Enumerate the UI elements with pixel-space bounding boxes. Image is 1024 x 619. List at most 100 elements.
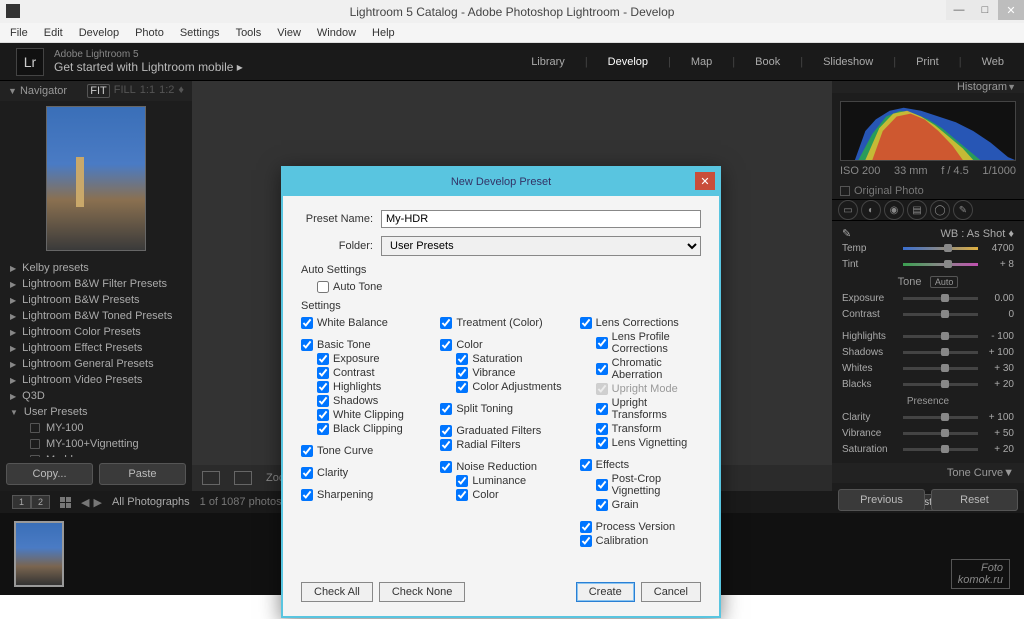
histogram-header[interactable]: Histogram ▼ — [832, 81, 1024, 93]
temp-slider[interactable] — [903, 247, 978, 250]
preset-item[interactable]: MY-100 — [0, 420, 192, 436]
cb-contrast[interactable] — [317, 367, 329, 379]
cb-process-version[interactable] — [580, 521, 592, 533]
menu-tools[interactable]: Tools — [230, 25, 268, 41]
cb-exposure[interactable] — [317, 353, 329, 365]
preset-folder[interactable]: ▶Lightroom B&W Presets — [0, 292, 192, 308]
cb-noise-color[interactable] — [456, 489, 468, 501]
loupe-view-icon[interactable] — [202, 471, 220, 485]
preset-name-input[interactable] — [381, 210, 701, 228]
brush-tool-icon[interactable]: ✎ — [953, 200, 973, 220]
filmstrip-thumbnail[interactable] — [14, 521, 64, 587]
cb-highlights[interactable] — [317, 381, 329, 393]
check-all-button[interactable]: Check All — [301, 582, 373, 602]
preset-folder[interactable]: ▶Lightroom General Presets — [0, 356, 192, 372]
cb-clarity[interactable] — [301, 467, 313, 479]
spot-tool-icon[interactable]: ◐ — [861, 200, 881, 220]
module-map[interactable]: Map — [687, 56, 716, 68]
cb-postcrop-vignetting[interactable] — [596, 479, 608, 491]
module-web[interactable]: Web — [978, 56, 1008, 68]
menu-window[interactable]: Window — [311, 25, 362, 41]
next-photo-icon[interactable]: ▶ — [94, 496, 102, 509]
auto-tone-button[interactable]: Auto — [930, 276, 959, 288]
cb-lens-corrections[interactable] — [580, 317, 592, 329]
dialog-close-button[interactable]: ✕ — [695, 172, 715, 190]
cb-sharpening[interactable] — [301, 489, 313, 501]
shadows-slider[interactable] — [903, 351, 978, 354]
cb-black-clipping[interactable] — [317, 423, 329, 435]
reset-button[interactable]: Reset — [931, 489, 1018, 511]
module-develop[interactable]: Develop — [604, 56, 652, 68]
cb-saturation[interactable] — [456, 353, 468, 365]
menu-view[interactable]: View — [271, 25, 307, 41]
redeye-tool-icon[interactable]: ◉ — [884, 200, 904, 220]
preset-folder[interactable]: ▶Q3D — [0, 388, 192, 404]
gradient-tool-icon[interactable]: ▤ — [907, 200, 927, 220]
clarity-slider[interactable] — [903, 416, 978, 419]
cb-graduated-filters[interactable] — [440, 425, 452, 437]
cb-vibrance[interactable] — [456, 367, 468, 379]
check-none-button[interactable]: Check None — [379, 582, 466, 602]
cb-luminance[interactable] — [456, 475, 468, 487]
radial-tool-icon[interactable]: ◯ — [930, 200, 950, 220]
lightroom-mobile-link[interactable]: Get started with Lightroom mobile ▸ — [54, 60, 243, 74]
copy-button[interactable]: Copy... — [6, 463, 93, 485]
minimize-button[interactable]: — — [946, 0, 972, 20]
close-window-button[interactable]: ✕ — [998, 0, 1024, 20]
cb-grain[interactable] — [596, 499, 608, 511]
menu-develop[interactable]: Develop — [73, 25, 125, 41]
cb-noise-reduction[interactable] — [440, 461, 452, 473]
preset-folder-user[interactable]: ▼User Presets — [0, 404, 192, 420]
monitor-2[interactable]: 2 — [31, 495, 50, 509]
cb-shadows[interactable] — [317, 395, 329, 407]
module-slideshow[interactable]: Slideshow — [819, 56, 877, 68]
vibrance-slider[interactable] — [903, 432, 978, 435]
module-print[interactable]: Print — [912, 56, 943, 68]
folder-select[interactable]: User Presets — [381, 236, 701, 256]
cb-chromatic[interactable] — [596, 363, 608, 375]
compare-view-icon[interactable] — [234, 471, 252, 485]
cb-effects[interactable] — [580, 459, 592, 471]
tonecurve-panel-header[interactable]: Tone Curve ▼ — [832, 463, 1024, 483]
cb-tone-curve[interactable] — [301, 445, 313, 457]
preset-folder[interactable]: ▶Lightroom Effect Presets — [0, 340, 192, 356]
nav-mode-fill[interactable]: FILL — [114, 84, 136, 98]
exposure-slider[interactable] — [903, 297, 978, 300]
menu-edit[interactable]: Edit — [38, 25, 69, 41]
cb-white-balance[interactable] — [301, 317, 313, 329]
module-book[interactable]: Book — [751, 56, 784, 68]
tint-slider[interactable] — [903, 263, 978, 266]
previous-button[interactable]: Previous — [838, 489, 925, 511]
menu-settings[interactable]: Settings — [174, 25, 226, 41]
preset-item[interactable]: MY-100+Vignetting — [0, 436, 192, 452]
cb-upright-transforms[interactable] — [596, 403, 608, 415]
navigator-header[interactable]: ▼ Navigator FIT FILL 1:1 1:2 ♦ — [0, 81, 192, 101]
nav-mode-1-1[interactable]: 1:1 — [140, 84, 155, 98]
menu-file[interactable]: File — [4, 25, 34, 41]
module-library[interactable]: Library — [527, 56, 569, 68]
monitor-1[interactable]: 1 — [12, 495, 31, 509]
cb-color-adjustments[interactable] — [456, 381, 468, 393]
nav-mode-fit[interactable]: FIT — [87, 84, 110, 98]
blacks-slider[interactable] — [903, 383, 978, 386]
cb-lens-vignetting[interactable] — [596, 437, 608, 449]
grid-view-icon[interactable] — [60, 497, 71, 508]
preset-folder[interactable]: ▶Kelby presets — [0, 260, 192, 276]
nav-mode-menu-icon[interactable]: ♦ — [178, 84, 184, 98]
prev-photo-icon[interactable]: ◀ — [81, 496, 89, 509]
cb-color[interactable] — [440, 339, 452, 351]
preset-folder[interactable]: ▶Lightroom Video Presets — [0, 372, 192, 388]
preset-folder[interactable]: ▶Lightroom Color Presets — [0, 324, 192, 340]
menu-help[interactable]: Help — [366, 25, 401, 41]
crop-tool-icon[interactable]: ▭ — [838, 200, 858, 220]
original-photo-checkbox[interactable] — [840, 186, 850, 196]
highlights-slider[interactable] — [903, 335, 978, 338]
maximize-button[interactable]: □ — [972, 0, 998, 20]
cb-split-toning[interactable] — [440, 403, 452, 415]
cb-treatment[interactable] — [440, 317, 452, 329]
cancel-button[interactable]: Cancel — [641, 582, 701, 602]
cb-basic-tone[interactable] — [301, 339, 313, 351]
source-path[interactable]: All Photographs — [112, 496, 190, 508]
cb-white-clipping[interactable] — [317, 409, 329, 421]
preset-folder[interactable]: ▶Lightroom B&W Toned Presets — [0, 308, 192, 324]
